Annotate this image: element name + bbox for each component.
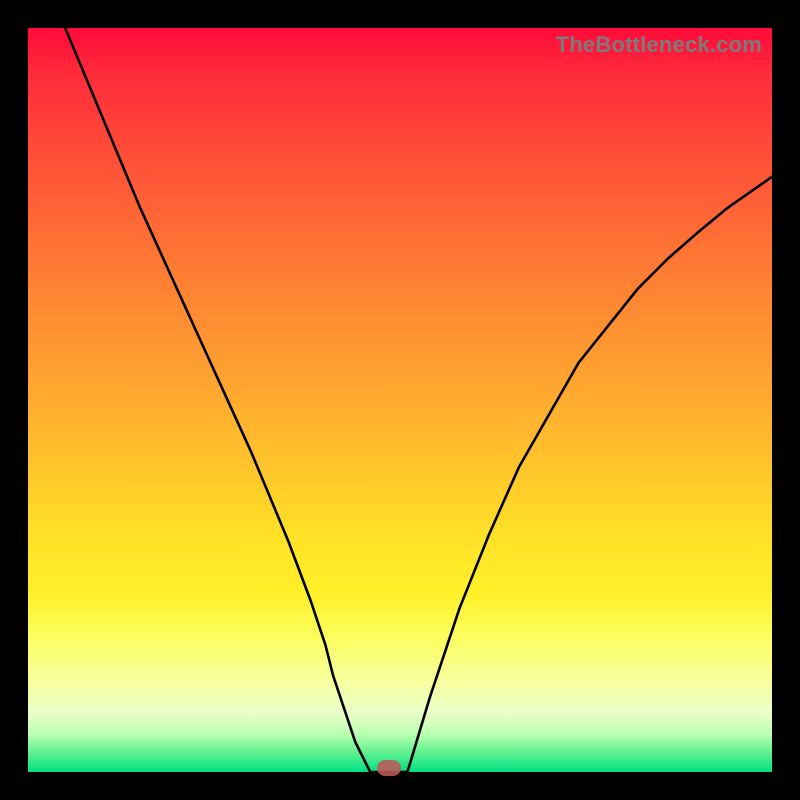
watermark-text: TheBottleneck.com <box>556 32 762 58</box>
chart-frame: TheBottleneck.com <box>0 0 800 800</box>
plot-area: TheBottleneck.com <box>28 28 772 772</box>
bottleneck-curve <box>28 28 772 772</box>
optimum-marker <box>377 760 401 776</box>
